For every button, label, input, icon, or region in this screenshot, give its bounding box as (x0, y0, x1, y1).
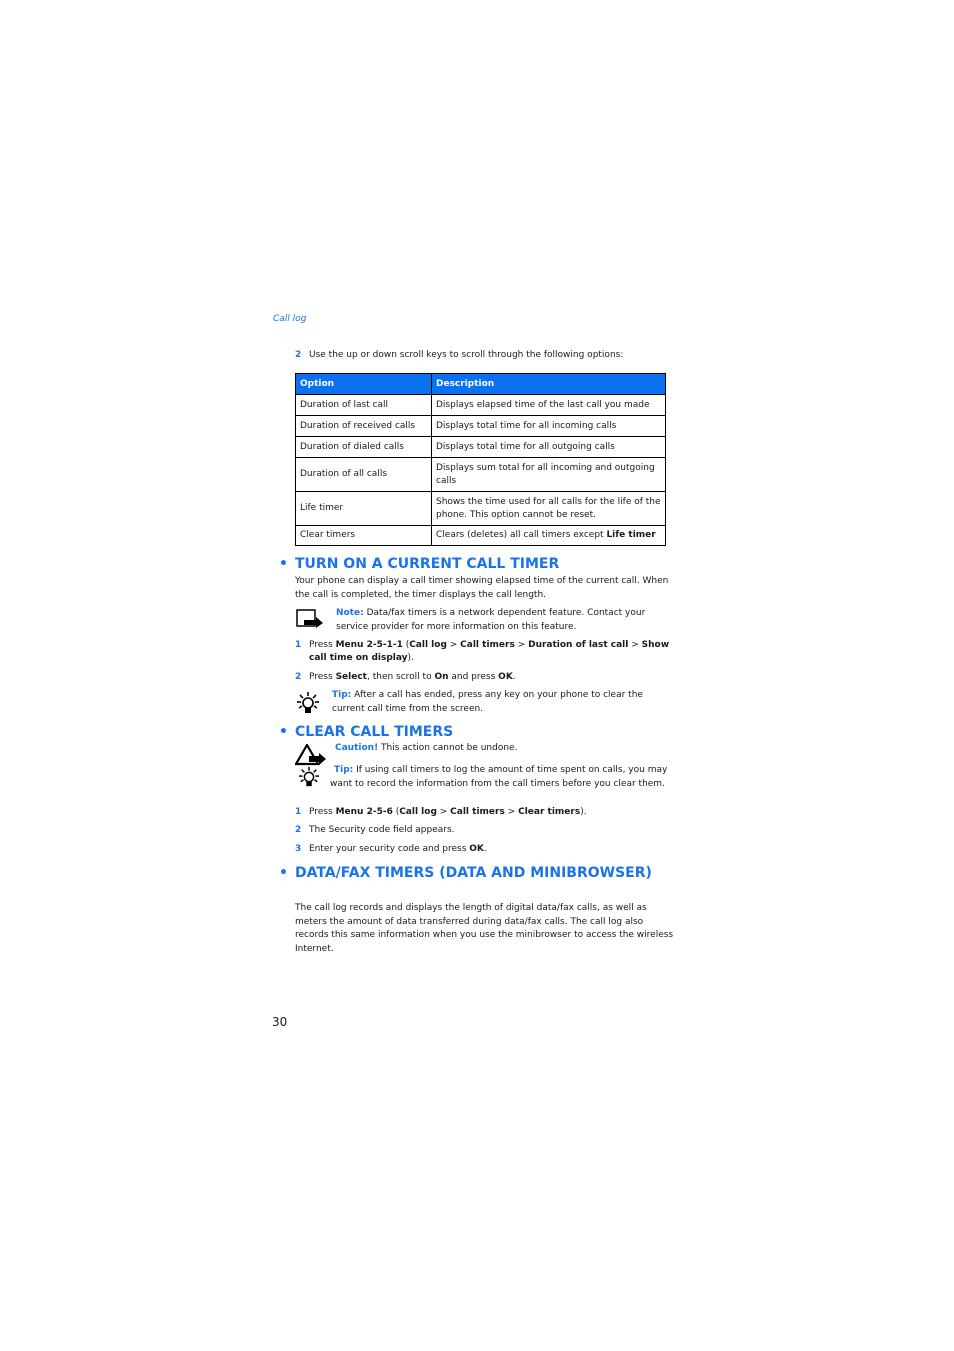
description-cell: Displays elapsed time of the last call y… (431, 394, 666, 416)
step-number: 1 (295, 807, 302, 817)
table-row: Duration of last call Displays elapsed t… (295, 394, 666, 416)
menu-item: Clear timers (518, 807, 581, 817)
tip-lightbulb-icon (298, 766, 320, 787)
table-row: Duration of all calls Displays sum total… (295, 457, 666, 492)
section1-step-2: 2 Press Select, then scroll to On and pr… (295, 671, 675, 685)
step-text: Press Select, then scroll to On and pres… (309, 671, 671, 684)
text-span: ). (580, 807, 587, 817)
heading-text: DATA/FAX TIMERS (DATA AND MINIBROWSER) (295, 865, 652, 881)
option-cell: Duration of last call (295, 394, 432, 416)
step-number: 1 (295, 640, 302, 650)
tip-lightbulb-icon (297, 692, 319, 713)
step-number: 2 (295, 825, 302, 835)
option-label: On (434, 672, 449, 682)
caution-text: This action cannot be undone. (378, 743, 518, 753)
section1-step-1: 1 Press Menu 2-5-1-1 (Call log > Call ti… (295, 639, 675, 667)
section2-step-2: 2 The Security code field appears. (295, 824, 675, 838)
option-cell: Clear timers (295, 525, 432, 546)
text-span: > (436, 807, 451, 817)
text-span: . (483, 844, 487, 854)
description-cell: Displays sum total for all incoming and … (431, 457, 666, 492)
menu-path: Menu 2-5-6 (335, 807, 393, 817)
description-cell: Displays total time for all incoming cal… (431, 415, 666, 437)
note-block: Note: Data/fax timers is a network depen… (336, 607, 676, 634)
section2-step-3: 3 Enter your security code and press OK. (295, 843, 675, 857)
bullet: • (279, 724, 288, 740)
section1-body: Your phone can display a call timer show… (295, 576, 669, 600)
heading-text: TURN ON A CURRENT CALL TIMER (295, 556, 560, 572)
table-row: Duration of dialed calls Displays total … (295, 436, 666, 458)
section2-step-1: 1 Press Menu 2-5-6 (Call log > Call time… (295, 806, 675, 820)
section3-body: The call log records and displays the le… (295, 903, 674, 954)
menu-item: Call log (399, 807, 437, 817)
tip-text: If using call timers to log the amount o… (330, 765, 668, 789)
tip-block: Tip: After a call has ended, press any k… (332, 689, 677, 716)
description-cell: Shows the time used for all calls for th… (431, 491, 666, 526)
text-span: Press (309, 640, 336, 650)
step-number: 2 (295, 350, 302, 360)
text-span: Press (309, 807, 336, 817)
note-label: Note: (336, 608, 364, 618)
step-text: The Security code field appears. (309, 825, 455, 835)
tip-text: After a call has ended, press any key on… (332, 690, 643, 714)
text-span: . (512, 672, 516, 682)
page-number: 30 (272, 1015, 288, 1029)
caution-icon (295, 744, 326, 766)
bullet: • (279, 556, 288, 572)
note-icon (296, 609, 323, 628)
section-heading-call-timer: • TURN ON A CURRENT CALL TIMER (279, 556, 559, 572)
tip-label: Tip: (334, 765, 354, 775)
option-cell: Life timer (295, 491, 432, 526)
text-span: > (446, 640, 461, 650)
key-label: OK (498, 672, 513, 682)
header-option: Option (295, 373, 432, 395)
option-cell: Duration of received calls (295, 415, 432, 437)
table-row: Clear timers Clears (deletes) all call t… (295, 525, 666, 546)
step-text: Use the up or down scroll keys to scroll… (309, 350, 624, 360)
heading-text: CLEAR CALL TIMERS (295, 724, 454, 740)
table-row: Life timer Shows the time used for all c… (295, 491, 666, 526)
menu-item: Call timers (450, 807, 505, 817)
caution-block: Caution! This action cannot be undone. (335, 742, 675, 756)
text-span: and press (448, 672, 499, 682)
intro-step: 2 Use the up or down scroll keys to scro… (295, 349, 675, 363)
tip-label: Tip: (332, 690, 352, 700)
menu-item: Call timers (460, 640, 515, 650)
option-cell: Duration of all calls (295, 457, 432, 492)
text-span: > (628, 640, 642, 650)
description-text: Clears (deletes) all call timers except (436, 530, 607, 540)
menu-item: Duration of last call (528, 640, 629, 650)
header-description: Description (431, 373, 666, 395)
options-table: Option Description Duration of last call… (295, 373, 666, 546)
description-cell: Displays total time for all outgoing cal… (431, 436, 666, 458)
text-span: > (514, 640, 529, 650)
bullet: • (279, 865, 288, 881)
step-number: 3 (295, 844, 302, 854)
caution-label: Caution! (335, 743, 379, 753)
step-text: Press Menu 2-5-1-1 (Call log > Call time… (309, 639, 671, 665)
running-head: Call log (273, 314, 307, 324)
step-text: Enter your security code and press OK. (309, 843, 671, 856)
table-row: Duration of received calls Displays tota… (295, 415, 666, 437)
key-label: Select (335, 672, 367, 682)
table-header-row: Option Description (295, 373, 666, 395)
menu-path: Menu 2-5-1-1 (335, 640, 403, 650)
menu-item: Call log (409, 640, 447, 650)
tip-block: Tip: If using call timers to log the amo… (330, 764, 676, 791)
section-heading-data-fax-timers: • DATA/FAX TIMERS (DATA AND MINIBROWSER) (279, 865, 652, 881)
text-span: ). (407, 653, 414, 663)
step-number: 2 (295, 672, 302, 682)
text-span: , then scroll to (366, 672, 435, 682)
text-span: Press (309, 672, 336, 682)
description-bold: Life timer (606, 530, 656, 540)
option-cell: Duration of dialed calls (295, 436, 432, 458)
section-heading-clear-timers: • CLEAR CALL TIMERS (279, 724, 453, 740)
text-span: > (504, 807, 519, 817)
note-text: Data/fax timers is a network dependent f… (336, 608, 646, 632)
step-text: Press Menu 2-5-6 (Call log > Call timers… (309, 806, 671, 819)
text-span: Enter your security code and press (309, 844, 470, 854)
key-label: OK (469, 844, 484, 854)
description-cell: Clears (deletes) all call timers except … (431, 525, 666, 546)
